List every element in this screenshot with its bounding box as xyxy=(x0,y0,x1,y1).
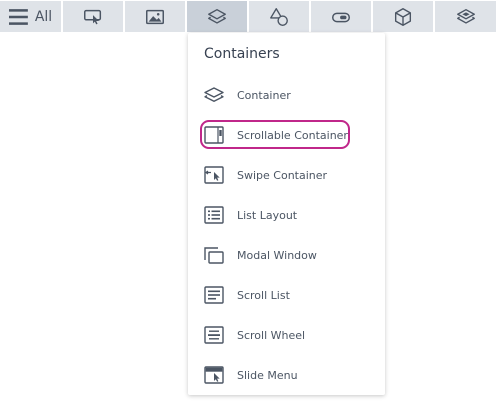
toggle-icon xyxy=(332,12,350,22)
menu-item-slide-menu[interactable]: Slide Menu xyxy=(202,363,372,387)
menu-item-list-layout[interactable]: List Layout xyxy=(202,203,372,227)
scroll-wheel-icon xyxy=(204,326,224,344)
containers-dropdown: Containers Container Scrollable Containe… xyxy=(188,33,385,395)
tab-all[interactable]: All xyxy=(0,1,61,32)
menu-item-scroll-wheel[interactable]: Scroll Wheel xyxy=(202,323,372,347)
layers-stack-icon xyxy=(456,8,475,24)
menu-item-label: Container xyxy=(237,88,291,102)
swipe-container-icon xyxy=(204,166,224,184)
tab-interaction[interactable] xyxy=(63,1,123,32)
tab-shapes[interactable] xyxy=(249,1,309,32)
menu-item-label: Slide Menu xyxy=(237,368,298,382)
cube-icon xyxy=(394,7,412,26)
menu-item-modal-window[interactable]: Modal Window xyxy=(202,243,372,267)
menu-item-container[interactable]: Container xyxy=(202,83,372,107)
menu-item-swipe-container[interactable]: Swipe Container xyxy=(202,163,372,187)
tab-3d[interactable] xyxy=(373,1,433,32)
dropdown-title: Containers xyxy=(204,46,280,62)
list-layout-icon xyxy=(204,206,224,224)
menu-item-label: Scrollable Container xyxy=(237,128,348,142)
layers-icon xyxy=(208,8,226,24)
scrollable-container-icon xyxy=(204,126,224,144)
tab-media[interactable] xyxy=(125,1,185,32)
scroll-list-icon xyxy=(204,286,224,304)
tab-groups[interactable] xyxy=(435,1,496,32)
menu-icon xyxy=(8,8,28,25)
layers-icon xyxy=(204,87,224,102)
menu-item-label: Modal Window xyxy=(237,248,317,262)
tab-containers[interactable] xyxy=(187,1,247,32)
modal-window-icon xyxy=(204,247,224,264)
menu-item-label: List Layout xyxy=(237,208,298,222)
tab-controls[interactable] xyxy=(311,1,371,32)
tap-gesture-icon xyxy=(84,9,102,24)
menu-item-scroll-list[interactable]: Scroll List xyxy=(202,283,372,307)
menu-item-label: Scroll Wheel xyxy=(237,328,306,342)
slide-menu-icon xyxy=(204,366,224,384)
menu-item-scrollable-container[interactable]: Scrollable Container xyxy=(202,123,372,147)
shapes-icon xyxy=(270,7,288,26)
menu-item-label: Scroll List xyxy=(237,288,290,302)
image-icon xyxy=(146,9,164,24)
component-toolbar: All xyxy=(0,0,496,33)
tab-all-label: All xyxy=(34,8,53,25)
menu-item-label: Swipe Container xyxy=(237,168,328,182)
